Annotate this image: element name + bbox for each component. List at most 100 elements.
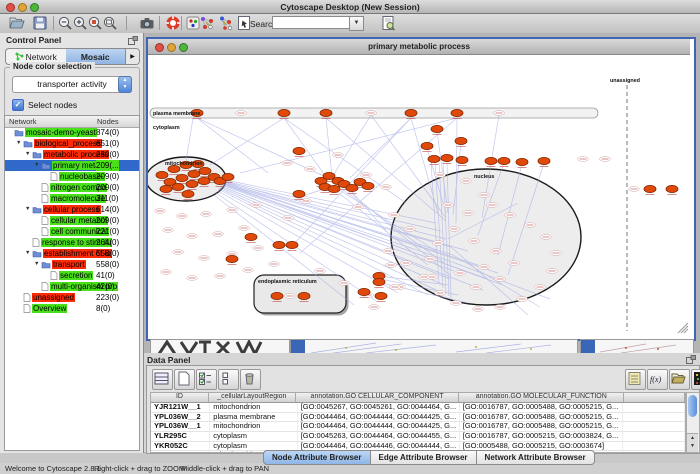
network-node[interactable] <box>188 170 200 177</box>
float-panel-icon[interactable] <box>128 36 138 45</box>
attribute-table[interactable]: ID_cellularLayoutRegionannotation.GO CEL… <box>150 392 686 453</box>
network-node[interactable] <box>455 137 467 144</box>
tab-edge-attribute-browser[interactable]: Edge Attribute Browser <box>371 450 477 465</box>
new-attribute-button[interactable] <box>174 369 195 390</box>
network-graph[interactable]: plasma membranecytoplasmmitochondrionnuc… <box>148 55 690 335</box>
table-row[interactable]: YPL036W__1mitochondrion[GO:0044464, GO:0… <box>151 422 685 432</box>
attribute-table-header[interactable]: ID_cellularLayoutRegionannotation.GO CEL… <box>151 393 685 403</box>
help-lifering-icon[interactable] <box>165 15 181 31</box>
select-nodes-checkbox[interactable]: ✓ <box>12 99 24 111</box>
tree-row-macromolecule[interactable]: macromolecule311(0) <box>5 193 139 204</box>
network-node[interactable] <box>293 190 305 197</box>
delete-attribute-button[interactable] <box>240 369 261 390</box>
tab-network-attribute-browser[interactable]: Network Attribute Browser <box>477 450 595 465</box>
tree-row-response-to-stimulu[interactable]: response to stimulu264(0) <box>5 237 139 248</box>
network-node[interactable] <box>273 241 285 248</box>
zoom-in-icon[interactable] <box>72 15 88 31</box>
network-node[interactable] <box>156 171 168 178</box>
expand-arrow-icon[interactable]: ▼ <box>34 160 41 171</box>
network-node[interactable] <box>362 182 374 189</box>
column-header-empty[interactable] <box>624 393 685 402</box>
network-node[interactable] <box>666 185 678 192</box>
node-color-dropdown[interactable]: transporter activity <box>12 76 132 93</box>
network-node[interactable] <box>428 155 440 162</box>
network-node[interactable] <box>222 173 234 180</box>
tree-row-mosaic-demo-yeast[interactable]: mosaic-demo-yeast874(0) <box>5 127 139 138</box>
column-header[interactable]: _cellularLayoutRegion <box>209 393 296 402</box>
network-canvas[interactable]: plasma membranecytoplasmmitochondrionnuc… <box>148 55 690 335</box>
network-node[interactable] <box>451 109 463 116</box>
expand-arrow-icon[interactable]: ▼ <box>25 248 32 259</box>
expand-arrow-icon[interactable]: ▼ <box>16 138 23 149</box>
tree-row-multi-organism-pro[interactable]: multi-organism pro42(0) <box>5 281 139 292</box>
attribute-table-button[interactable] <box>152 369 173 390</box>
column-header[interactable]: annotation.GO CELLULAR_COMPONENT <box>296 393 460 402</box>
network-node[interactable] <box>421 142 433 149</box>
table-row[interactable]: YPL036W__2plasma membrane[GO:0044464, GO… <box>151 413 685 423</box>
tree-row-biological-process[interactable]: ▼biological_process651(0) <box>5 138 139 149</box>
network-node[interactable] <box>320 109 332 116</box>
function-builder-button[interactable]: f(x) <box>647 369 668 390</box>
network-frame-titlebar[interactable]: primary metabolic process <box>148 39 690 55</box>
network-node[interactable] <box>373 278 385 285</box>
table-row[interactable]: YLR295Ccytoplasm[GO:0045263, GO:0044464,… <box>151 432 685 442</box>
window-titlebar[interactable]: Cytoscape Desktop (New Session) <box>0 0 700 14</box>
tree-row-overview[interactable]: Overview8(0) <box>5 303 139 314</box>
tree-row-cellular-process[interactable]: ▼cellular process614(0) <box>5 204 139 215</box>
tab-overflow-arrow[interactable]: ▶ <box>125 49 139 64</box>
tree-row-secretion[interactable]: secretion41(0) <box>5 270 139 281</box>
zoom-fit-icon[interactable] <box>102 15 118 31</box>
snapshot-camera-icon[interactable] <box>139 15 155 31</box>
zoom-out-icon[interactable] <box>57 15 73 31</box>
network-node[interactable] <box>456 156 468 163</box>
tree-row-cellular-metabol[interactable]: cellular metabol209(0) <box>5 215 139 226</box>
matrix-view-button[interactable] <box>691 369 700 390</box>
unselect-attributes-button[interactable] <box>218 369 239 390</box>
column-header[interactable]: annotation.GO MOLECULAR_FUNCTION <box>459 393 624 402</box>
network-node[interactable] <box>346 184 358 191</box>
network-node[interactable] <box>226 255 238 262</box>
network-node[interactable] <box>286 241 298 248</box>
network-node[interactable] <box>278 109 290 116</box>
scrollbar-thumb[interactable] <box>688 395 697 417</box>
network-node[interactable] <box>441 154 453 161</box>
network-node[interactable] <box>431 125 443 132</box>
table-vertical-scrollbar[interactable]: ▲▼ <box>686 392 700 453</box>
tree-row-metabolic-process[interactable]: ▼metabolic process280(0) <box>5 149 139 160</box>
scrollbar-arrows[interactable]: ▲▼ <box>687 433 698 452</box>
open-file-icon[interactable] <box>9 15 25 31</box>
network-node[interactable] <box>245 233 257 240</box>
tree-row-nitrogen-compo[interactable]: nitrogen compo209(0) <box>5 182 139 193</box>
expand-arrow-icon[interactable]: ▼ <box>25 204 32 215</box>
attribute-editor-button[interactable] <box>625 369 646 390</box>
dropdown-stepper-icon[interactable]: ▲▼ <box>118 76 132 93</box>
select-attributes-button[interactable] <box>196 369 217 390</box>
expand-arrow-icon[interactable]: ▼ <box>25 149 32 160</box>
search-input[interactable] <box>272 16 350 29</box>
search-dropdown-arrow[interactable]: ▼ <box>349 16 364 31</box>
tree-row-nucleobase-[interactable]: nucleobase-209(0) <box>5 171 139 182</box>
network-node[interactable] <box>516 158 528 165</box>
network-node[interactable] <box>176 174 188 181</box>
layout-network-1-icon[interactable] <box>199 15 215 31</box>
network-view-frame[interactable]: primary metabolic process plasma membran… <box>146 37 696 341</box>
network-node[interactable] <box>485 157 497 164</box>
tree-row-unassigned[interactable]: unassigned223(0) <box>5 292 139 303</box>
float-data-panel-icon[interactable] <box>686 355 696 364</box>
network-node[interactable] <box>405 109 417 116</box>
table-row[interactable]: YJR121W__1mitochondrion[GO:0045267, GO:0… <box>151 403 685 413</box>
network-node[interactable] <box>498 157 510 164</box>
network-node[interactable] <box>538 157 550 164</box>
advanced-search-icon[interactable] <box>380 15 396 31</box>
import-attributes-button[interactable] <box>669 369 690 390</box>
tree-row-transport[interactable]: ▼transport558(0) <box>5 259 139 270</box>
network-node[interactable] <box>182 190 194 197</box>
network-node[interactable] <box>328 185 340 192</box>
network-node[interactable] <box>271 292 283 299</box>
network-node[interactable] <box>644 185 656 192</box>
network-node[interactable] <box>298 292 310 299</box>
save-session-icon[interactable] <box>32 15 48 31</box>
expand-arrow-icon[interactable]: ▼ <box>34 259 41 270</box>
network-node[interactable] <box>172 183 184 190</box>
column-header[interactable]: ID <box>151 393 209 402</box>
